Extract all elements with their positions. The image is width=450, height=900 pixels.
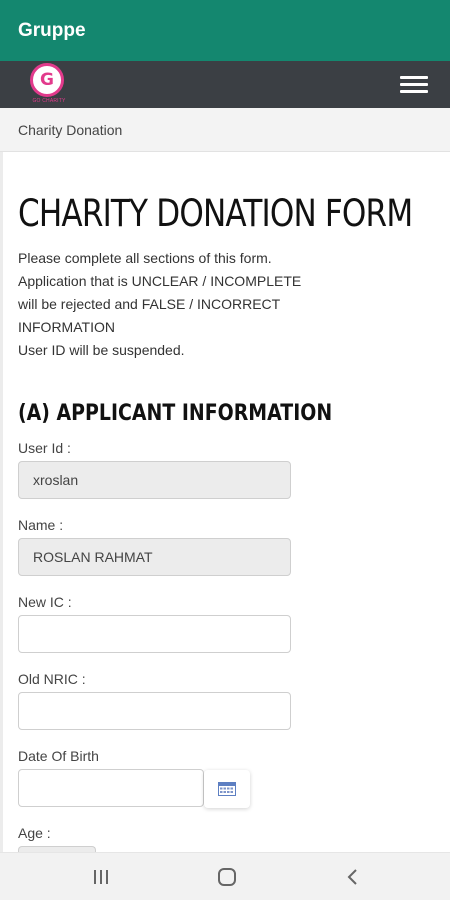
name-label: Name : [18, 517, 64, 533]
app-title: Gruppe [18, 20, 86, 41]
breadcrumb: Charity Donation [0, 108, 450, 152]
section-a-title: (A) APPLICANT INFORMATION [18, 401, 333, 426]
home-button[interactable] [212, 865, 242, 889]
user-id-field[interactable] [18, 461, 291, 499]
old-nric-label: Old NRIC : [18, 671, 86, 687]
recents-button[interactable] [86, 865, 116, 889]
system-navigation-bar [0, 852, 450, 900]
hamburger-icon[interactable] [400, 76, 428, 94]
breadcrumb-label: Charity Donation [18, 122, 123, 138]
age-label: Age : [18, 825, 51, 841]
intro-line: Please complete all sections of this for… [18, 250, 272, 266]
new-ic-label: New IC : [18, 594, 72, 610]
intro-line: User ID will be suspended. [18, 342, 185, 358]
back-icon [347, 869, 357, 885]
logo-letter: G [40, 69, 54, 90]
calendar-button[interactable] [204, 770, 250, 808]
intro-line: will be rejected and FALSE / INCORRECT [18, 296, 281, 312]
logo-tagline: GO CHARITY [32, 98, 66, 104]
user-id-label: User Id : [18, 440, 71, 456]
intro-line: Application that is UNCLEAR / INCOMPLETE [18, 273, 302, 289]
form-title: CHARITY DONATION FORM [18, 192, 413, 235]
back-button[interactable] [338, 865, 368, 889]
logo-badge: G [30, 63, 64, 97]
new-ic-field[interactable] [18, 615, 291, 653]
content-edge-divider [0, 152, 3, 852]
calendar-icon [218, 782, 236, 796]
old-nric-field[interactable] [18, 692, 291, 730]
recents-icon [94, 870, 108, 884]
dob-field[interactable] [18, 769, 204, 807]
dob-label: Date Of Birth [18, 748, 99, 764]
site-navbar: G GO CHARITY [0, 61, 450, 108]
intro-line: INFORMATION [18, 319, 115, 335]
app-bar: Gruppe [0, 0, 450, 61]
site-logo[interactable]: G GO CHARITY [22, 61, 74, 106]
form-intro: Please complete all sections of this for… [18, 247, 418, 362]
home-icon [218, 868, 236, 886]
name-field[interactable] [18, 538, 291, 576]
